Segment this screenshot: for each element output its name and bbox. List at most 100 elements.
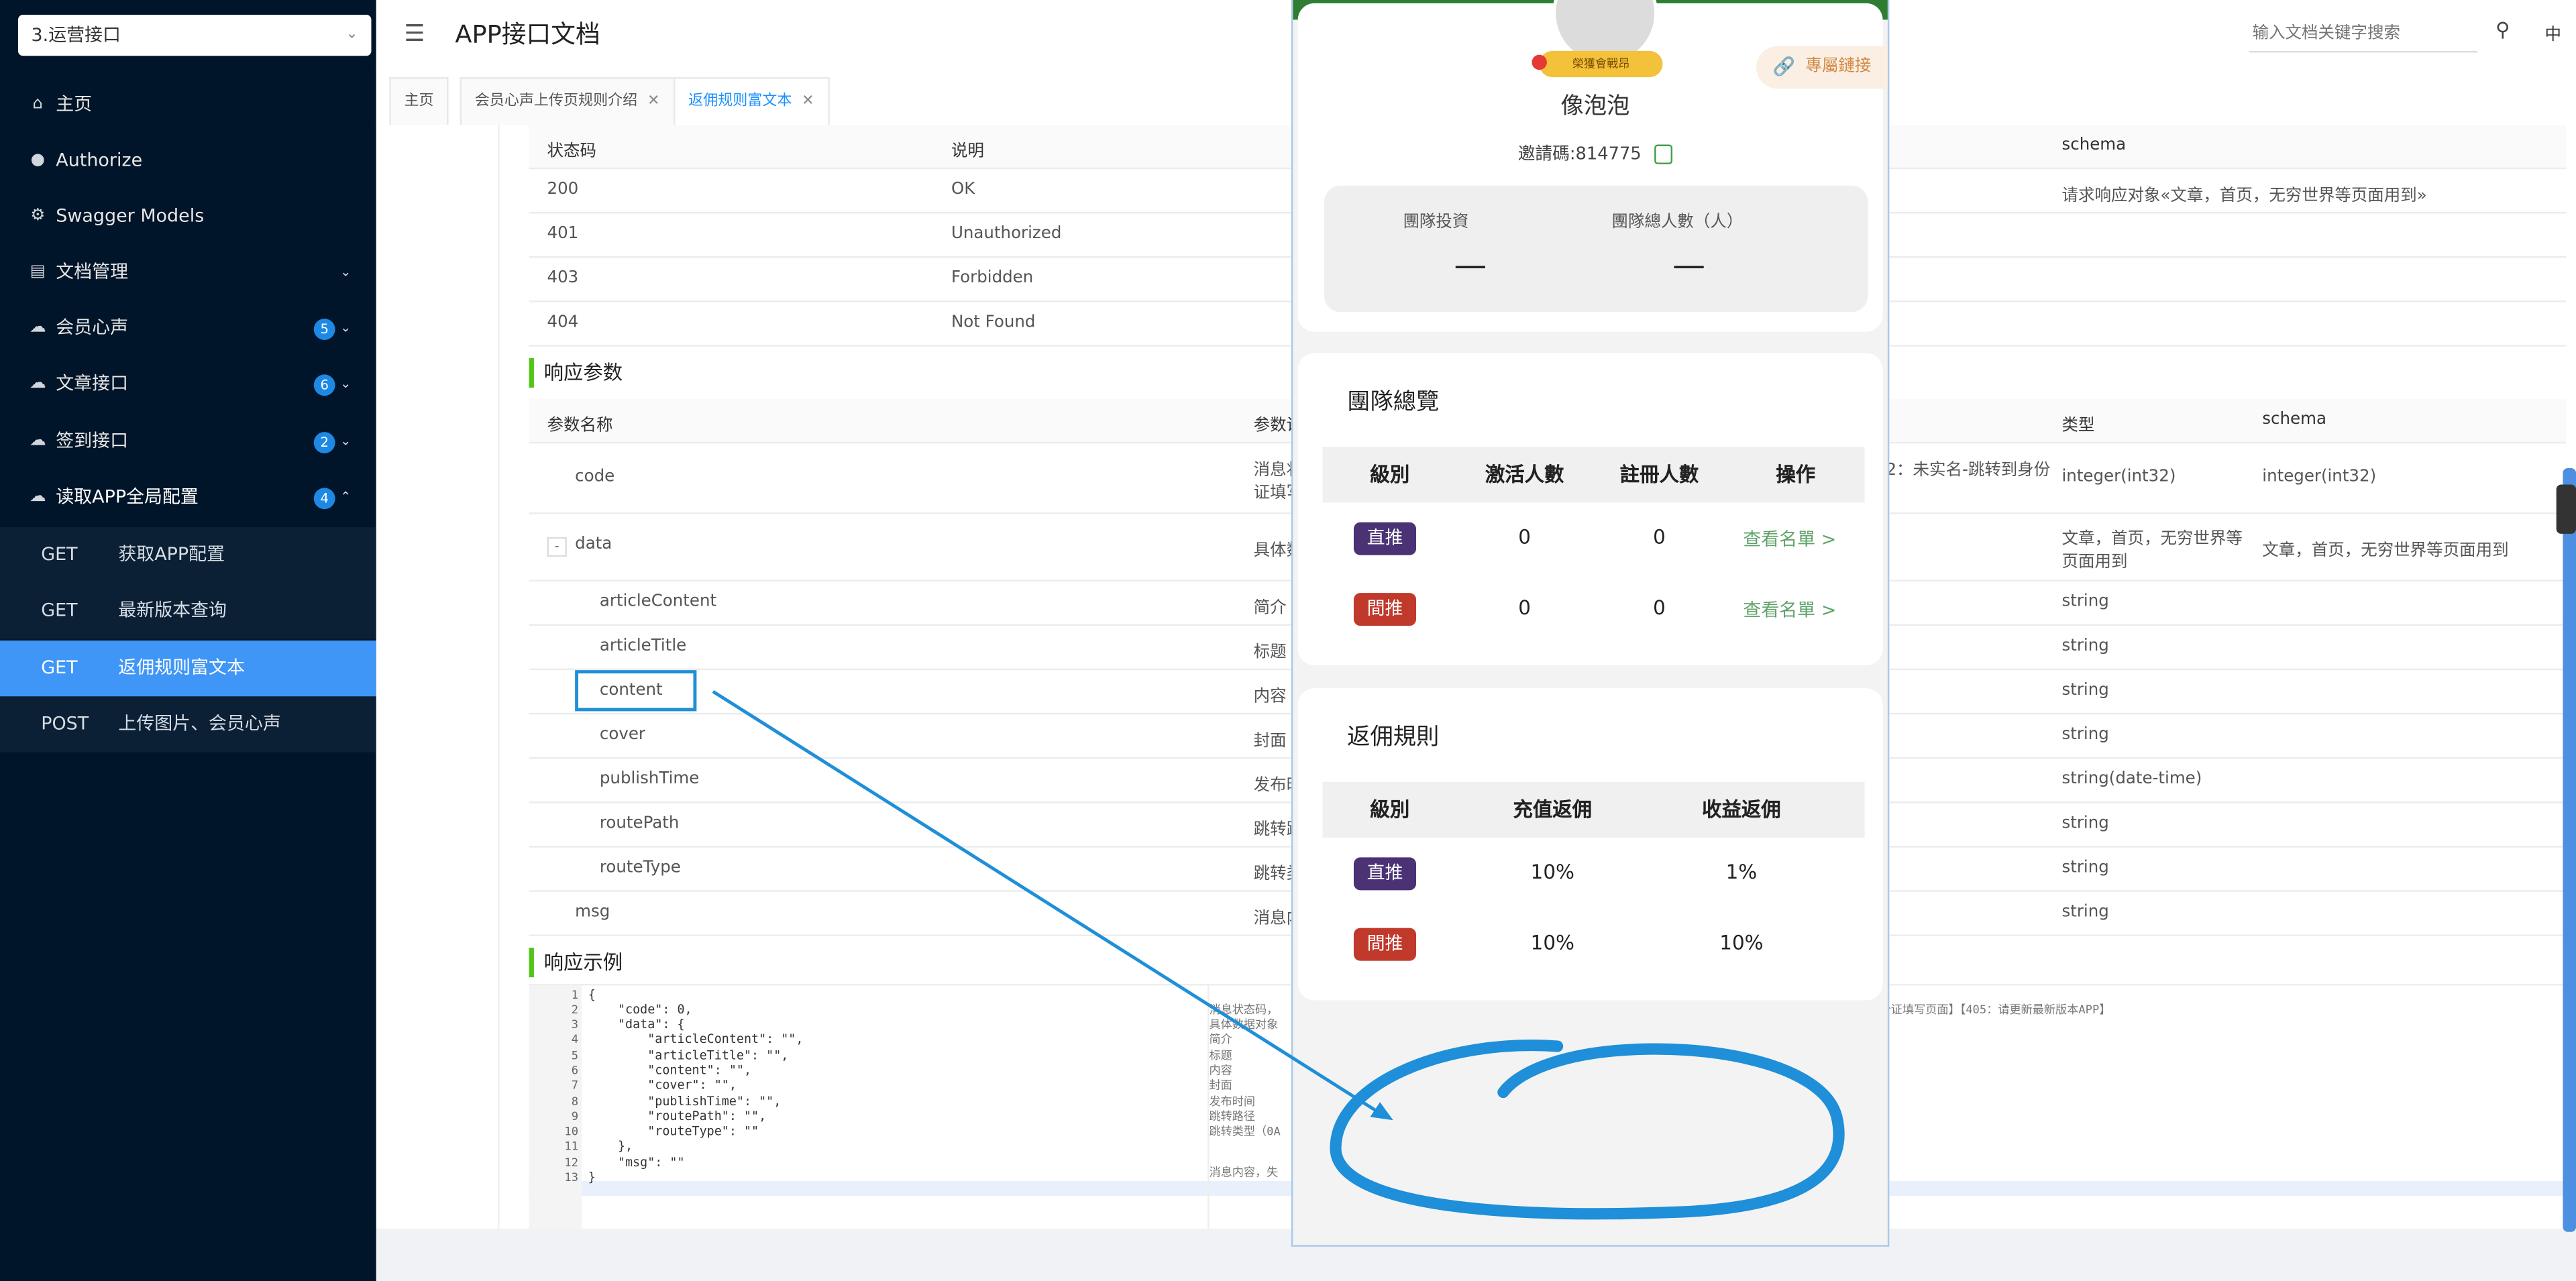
code-comment: 标题: [1209, 1049, 1232, 1063]
status-desc: Unauthorized: [951, 225, 1062, 243]
column-header: 註冊人數: [1619, 463, 1699, 486]
column-header: 状态码: [547, 143, 596, 162]
stat-value: —: [1672, 244, 1706, 284]
tab-member-voice-rules[interactable]: 会员心声上传页规则介绍 ✕: [460, 77, 675, 125]
http-method: GET: [41, 657, 78, 679]
income-rebate: 10%: [1719, 931, 1764, 954]
column-header: 操作: [1776, 463, 1816, 486]
column-header: schema: [2262, 410, 2326, 429]
scrollbar[interactable]: [2563, 467, 2576, 1232]
column-header: 参数名称: [547, 417, 613, 435]
line-number: 11: [564, 1139, 579, 1154]
code-line: "content": "",: [588, 1062, 752, 1078]
column-header: 充值返佣: [1513, 798, 1593, 822]
search-input[interactable]: [2249, 15, 2478, 53]
code-line: "msg": "": [588, 1154, 685, 1170]
card-title: 返佣規則: [1347, 724, 1440, 751]
level-tag-direct: 直推: [1353, 857, 1417, 891]
code-line: {: [588, 987, 596, 1002]
profile-card: ● 榮獲會戰昂 像泡泡 邀請碼:814775 🔗 專屬鏈接 團隊投資 — 團隊總…: [1297, 0, 1888, 332]
level-tag-direct: 直推: [1353, 522, 1417, 555]
status-schema[interactable]: 请求响应对象«文章，首页，无穷世界等页面用到»: [2061, 180, 2426, 205]
count-badge: 5: [313, 319, 335, 340]
count-badge: 6: [313, 374, 335, 396]
column-header: 类型: [2061, 417, 2095, 435]
close-icon[interactable]: ✕: [647, 94, 659, 110]
collapse-toggle[interactable]: -: [547, 537, 567, 557]
line-number: 5: [571, 1049, 579, 1063]
param-type: string: [2061, 726, 2109, 744]
key-icon: ●: [30, 151, 46, 170]
param-name: routeType: [599, 858, 681, 877]
page-title: APP接口文档: [455, 19, 600, 50]
param-type-cont: 页面用到: [2061, 553, 2128, 572]
param-type: string: [2061, 593, 2109, 612]
sub-item-latest-version[interactable]: GET 最新版本查询: [0, 583, 376, 639]
tab-rebate-rules[interactable]: 返佣规则富文本 ✕: [674, 77, 829, 125]
nav-item-label: Authorize: [56, 149, 143, 171]
nav-item-app-config[interactable]: ☁ 读取APP全局配置 4 ⌃: [0, 469, 376, 525]
nav-item-doc-management[interactable]: ▤ 文档管理 ⌄: [0, 245, 376, 300]
param-type: string: [2061, 903, 2109, 922]
view-list-link[interactable]: 查看名單 >: [1743, 596, 1836, 622]
nav-item-home[interactable]: ⌂ 主页: [0, 77, 376, 133]
nav-item-label: 签到接口: [56, 430, 129, 452]
http-method: GET: [41, 543, 78, 565]
param-schema[interactable]: 文章，首页，无穷世界等页面用到: [2262, 535, 2508, 560]
param-name: articleTitle: [599, 637, 687, 656]
registered-count: 0: [1653, 596, 1666, 620]
language-toggle[interactable]: 中: [2545, 19, 2561, 44]
chevron-down-icon: ⌄: [339, 264, 352, 280]
home-icon: ⌂: [32, 95, 44, 113]
group-select[interactable]: 3.运营接口 ⌄: [17, 15, 372, 56]
recharge-rebate: 10%: [1530, 931, 1574, 954]
code-line: "routeType": "": [588, 1123, 759, 1139]
nav-item-checkin-api[interactable]: ☁ 签到接口 2 ⌄: [0, 414, 376, 469]
param-type: 文章，首页，无穷世界等: [2061, 531, 2243, 549]
sub-item-upload-image[interactable]: POST 上传图片、会员心声: [0, 696, 376, 753]
scroll-handle[interactable]: [2556, 484, 2576, 534]
chevron-up-icon: ⌃: [339, 489, 352, 504]
tab-home[interactable]: 主页: [389, 77, 449, 125]
nav-item-member-voice[interactable]: ☁ 会员心声 5 ⌄: [0, 300, 376, 356]
param-schema: integer(int32): [2262, 467, 2377, 486]
registered-count: 0: [1653, 525, 1666, 549]
search-icon[interactable]: ⚲: [2496, 18, 2510, 41]
param-name: cover: [599, 726, 645, 744]
sub-item-get-app-config[interactable]: GET 获取APP配置: [0, 527, 376, 583]
sub-item-rebate-rules[interactable]: GET 返佣规则富文本: [0, 640, 376, 697]
annotation-highlight-box: [575, 670, 697, 712]
level-tag-indirect: 間推: [1353, 928, 1417, 961]
code-comment: 简介: [1209, 1033, 1232, 1047]
line-number: 9: [571, 1110, 579, 1124]
close-icon[interactable]: ✕: [802, 94, 814, 110]
copy-icon[interactable]: [1654, 144, 1673, 164]
nav-item-authorize[interactable]: ● Authorize: [0, 133, 376, 188]
active-count: 0: [1518, 596, 1532, 620]
param-desc-extra: 2：未实名-跳转到身份: [1886, 461, 2051, 480]
sidebar: 3.运营接口 ⌄ ⌂ 主页 ● Authorize ⚙ Swagger Mode…: [0, 0, 376, 1281]
nav-item-label: 主页: [56, 93, 93, 115]
http-method: GET: [41, 599, 78, 621]
code-comment: 份证填写页面】【405：请更新最新版本APP】: [1879, 1003, 2111, 1017]
status-desc: Forbidden: [951, 269, 1034, 288]
param-type: string: [2061, 858, 2109, 877]
code-comment: 消息状态码，: [1209, 1003, 1279, 1017]
menu-toggle-icon[interactable]: ☰: [404, 21, 425, 48]
code-line: "routePath": "",: [588, 1109, 767, 1124]
chevron-down-icon: ⌄: [339, 320, 352, 335]
code-line: "articleTitle": "",: [588, 1048, 789, 1063]
param-desc: 简介: [1253, 599, 1287, 618]
nav-item-swagger-models[interactable]: ⚙ Swagger Models: [0, 189, 376, 245]
medal-icon: ●: [1530, 49, 1548, 72]
divider: [498, 125, 500, 1229]
param-name: articleContent: [599, 593, 717, 612]
level-tag-indirect: 間推: [1353, 593, 1417, 626]
sub-item-label: 上传图片、会员心声: [118, 712, 281, 734]
overview-table-header: 級別 激活人數 註冊人數 操作: [1322, 447, 1865, 503]
cloud-icon: ☁: [30, 488, 46, 506]
exclusive-link-button[interactable]: 🔗 專屬鏈接: [1756, 46, 1888, 89]
nav-item-label: 读取APP全局配置: [56, 486, 199, 508]
view-list-link[interactable]: 查看名單 >: [1743, 526, 1836, 552]
nav-item-article-api[interactable]: ☁ 文章接口 6 ⌄: [0, 356, 376, 412]
